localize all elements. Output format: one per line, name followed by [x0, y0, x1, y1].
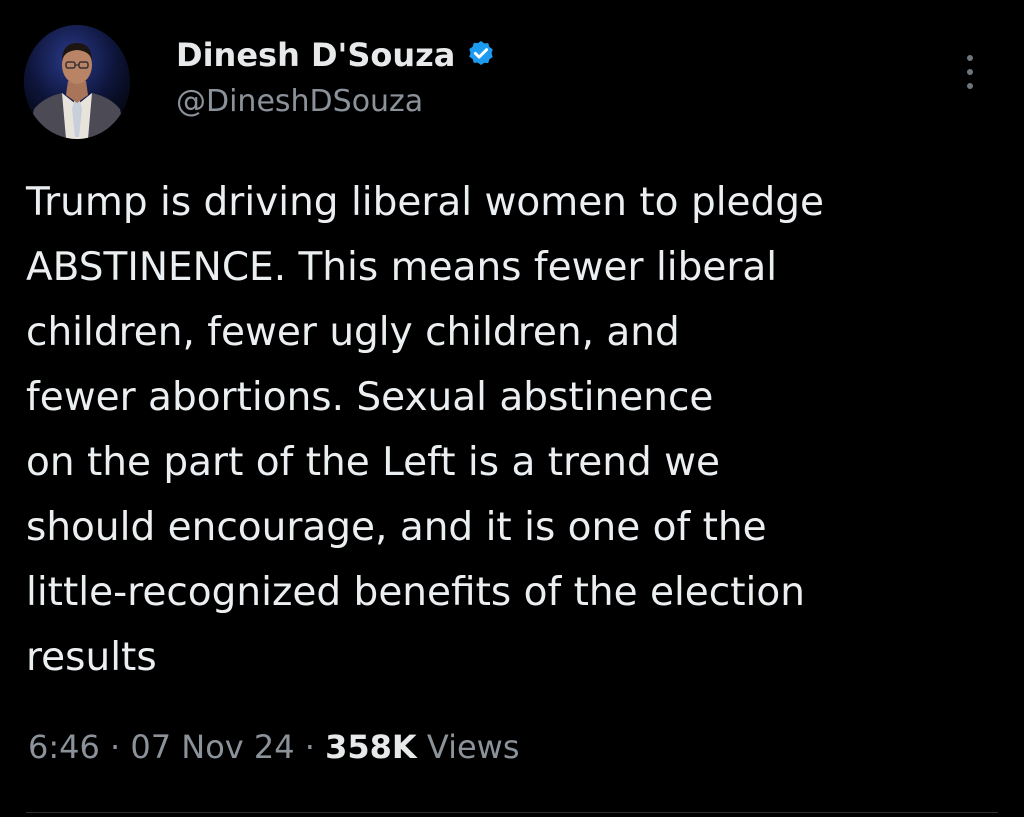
divider: [26, 812, 998, 813]
vertical-ellipsis-icon: [967, 55, 973, 89]
tweet-text-line: ABSTINENCE. This means fewer liberal: [26, 245, 778, 290]
tweet-card: Dinesh D'Souza @DineshDSouza Trump is dr…: [0, 0, 1024, 817]
tweet-text-line: little-recognized benefits of the electi…: [26, 570, 805, 615]
author-avatar[interactable]: [24, 25, 130, 139]
meta-separator: ·: [304, 728, 315, 766]
tweet-time[interactable]: 6:46: [28, 728, 100, 766]
meta-separator: ·: [110, 728, 121, 766]
author-name-row: Dinesh D'Souza: [176, 34, 497, 76]
author-handle[interactable]: @DineshDSouza: [176, 84, 423, 119]
tweet-meta: 6:46 · 07 Nov 24 · 358K Views: [28, 728, 520, 766]
verified-badge-icon: [465, 39, 497, 71]
more-options-button[interactable]: [956, 52, 984, 92]
tweet-text-line: fewer abortions. Sexual abstinence: [26, 375, 714, 420]
tweet-text-line: Trump is driving liberal women to pledge: [26, 180, 825, 225]
tweet-date[interactable]: 07 Nov 24: [130, 728, 294, 766]
tweet-text-line: children, fewer ugly children, and: [26, 310, 680, 355]
author-display-name[interactable]: Dinesh D'Souza: [176, 36, 455, 74]
views-count[interactable]: 358K: [325, 728, 417, 766]
tweet-text-line: on the part of the Left is a trend we: [26, 440, 720, 485]
tweet-text: Trump is driving liberal women to pledge…: [26, 170, 1006, 690]
tweet-text-line: results: [26, 635, 157, 680]
avatar-image: [24, 25, 130, 139]
views-label: Views: [426, 728, 520, 766]
tweet-text-line: should encourage, and it is one of the: [26, 505, 767, 550]
